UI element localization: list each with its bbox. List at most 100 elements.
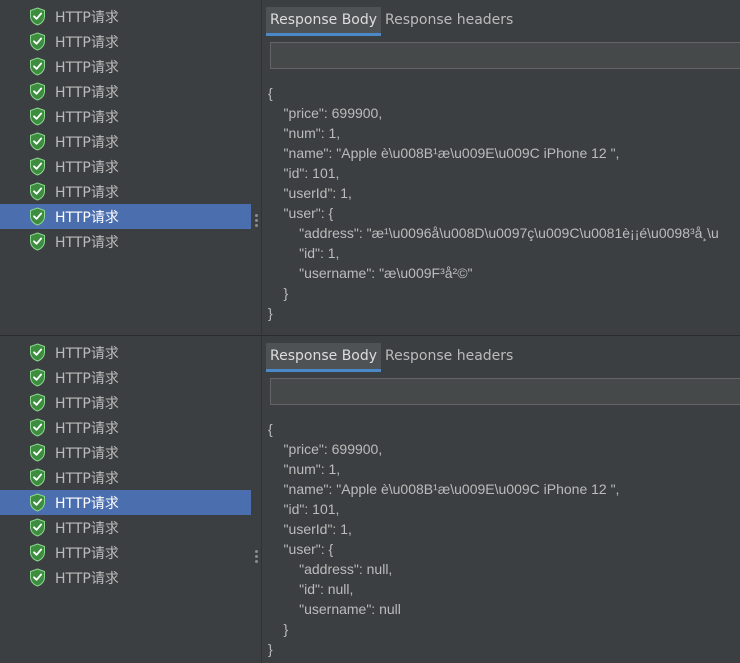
response-body-line: "num": 1, [268,461,341,477]
result-panel-top: HTTP请求 HTTP请求 HTTP请求 HTTP请求 HTTP请求 HTTP请求 HTTP… [0,0,740,334]
success-shield-icon [29,368,46,387]
tree-item-label: HTTP请求 [55,34,119,51]
tree-item-http-request[interactable]: HTTP请求 [0,154,251,179]
response-body-line: { [268,421,273,437]
response-tabs: Response Body Response headers [266,7,517,36]
tree-item-http-request[interactable]: HTTP请求 [0,515,251,540]
tree-item-http-request[interactable]: HTTP请求 [0,565,251,590]
result-panel-bottom: HTTP请求 HTTP请求 HTTP请求 HTTP请求 HTTP请求 HTTP请求 HTTP… [0,335,740,663]
grip-icon [255,550,258,565]
tree-item-http-request[interactable]: HTTP请求 [0,79,251,104]
tree-item-label: HTTP请求 [55,9,119,26]
tree-item-label: HTTP请求 [55,520,119,537]
success-shield-icon [29,468,46,487]
success-shield-icon [29,493,46,512]
tree-item-label: HTTP请求 [55,59,119,76]
response-body-line: "price": 699900, [268,441,383,457]
tree-item-http-request[interactable]: HTTP请求 [0,29,251,54]
response-body-line: } [268,305,273,321]
success-shield-icon [29,207,46,226]
tab-response-headers[interactable]: Response headers [381,343,517,372]
tree-item-http-request[interactable]: HTTP请求 [0,440,251,465]
success-shield-icon [29,543,46,562]
tree-item-label: HTTP请求 [55,134,119,151]
success-shield-icon [29,57,46,76]
splitter-handle[interactable] [251,336,261,663]
tree-item-label: HTTP请求 [55,395,119,412]
tree-item-label: HTTP请求 [55,234,119,251]
response-body-text: { "price": 699900, "num": 1, "name": "Ap… [268,419,740,659]
tree-item-label: HTTP请求 [55,345,119,362]
response-body-line: "id": 1, [268,245,340,261]
success-shield-icon [29,443,46,462]
response-body-line: "num": 1, [268,125,341,141]
response-body-line: "user": { [268,205,334,221]
tree-item-http-request[interactable]: HTTP请求 [0,4,251,29]
tree-item-http-request[interactable]: HTTP请求 [0,540,251,565]
success-shield-icon [29,132,46,151]
tree-item-http-request[interactable]: HTTP请求 [0,415,251,440]
response-view: Response Body Response headers { "price"… [261,336,740,663]
tree-item-label: HTTP请求 [55,159,119,176]
tree-item-label: HTTP请求 [55,109,119,126]
response-body-line: "userId": 1, [268,521,352,537]
success-shield-icon [29,518,46,537]
response-body-line: "username": null [268,601,401,617]
success-shield-icon [29,157,46,176]
tree-item-http-request[interactable]: HTTP请求 [0,229,251,254]
tree-item-label: HTTP请求 [55,420,119,437]
response-body-line: "id": 101, [268,501,340,517]
response-body-line: "name": "Apple è\u008B¹æ\u009E\u009C iPh… [268,145,620,161]
tree-item-label: HTTP请求 [55,370,119,387]
tree-item-label: HTTP请求 [55,445,119,462]
success-shield-icon [29,418,46,437]
tree-item-label: HTTP请求 [55,84,119,101]
tab-response-body[interactable]: Response Body [266,343,382,372]
response-body-line: } [268,285,289,301]
success-shield-icon [29,7,46,26]
tree-item-http-request[interactable]: HTTP请求 [0,204,251,229]
tree-item-label: HTTP请求 [55,495,119,512]
response-view: Response Body Response headers { "price"… [261,0,740,334]
success-shield-icon [29,232,46,251]
response-body-line: { [268,85,273,101]
splitter-handle[interactable] [251,0,261,334]
tree-item-http-request[interactable]: HTTP请求 [0,465,251,490]
tree-item-http-request[interactable]: HTTP请求 [0,104,251,129]
tree-item-label: HTTP请求 [55,570,119,587]
success-shield-icon [29,32,46,51]
success-shield-icon [29,343,46,362]
tab-response-body[interactable]: Response Body [266,7,382,36]
response-body-line: "name": "Apple è\u008B¹æ\u009E\u009C iPh… [268,481,620,497]
tree-item-label: HTTP请求 [55,209,119,226]
search-input[interactable] [270,42,740,69]
tree-item-http-request[interactable]: HTTP请求 [0,129,251,154]
tree-item-label: HTTP请求 [55,184,119,201]
grip-icon [255,214,258,229]
tree-item-http-request[interactable]: HTTP请求 [0,179,251,204]
response-body-line: "price": 699900, [268,105,383,121]
tree-item-http-request[interactable]: HTTP请求 [0,365,251,390]
success-shield-icon [29,568,46,587]
search-input[interactable] [270,378,740,405]
response-body-line: "userId": 1, [268,185,352,201]
tree-item-http-request[interactable]: HTTP请求 [0,490,251,515]
success-shield-icon [29,393,46,412]
response-body-line: "username": "æ\u009F³å²©" [268,265,473,281]
response-body-line: "id": null, [268,581,354,597]
response-body-line: "address": "æ¹\u0096å\u008D\u0097ç\u009C… [268,225,719,241]
tree-item-http-request[interactable]: HTTP请求 [0,340,251,365]
tree-item-http-request[interactable]: HTTP请求 [0,54,251,79]
response-body-text: { "price": 699900, "num": 1, "name": "Ap… [268,83,740,323]
tree-item-label: HTTP请求 [55,545,119,562]
tree-item-label: HTTP请求 [55,470,119,487]
tab-response-headers[interactable]: Response headers [381,7,517,36]
response-body-line: } [268,641,273,657]
tree-item-http-request[interactable]: HTTP请求 [0,390,251,415]
request-tree: HTTP请求 HTTP请求 HTTP请求 HTTP请求 HTTP请求 HTTP请求 HTTP… [0,336,251,663]
response-tabs: Response Body Response headers [266,343,517,372]
request-tree: HTTP请求 HTTP请求 HTTP请求 HTTP请求 HTTP请求 HTTP请求 HTTP… [0,0,251,334]
response-body-line: "address": null, [268,561,393,577]
response-body-line: } [268,621,289,637]
response-body-line: "user": { [268,541,334,557]
